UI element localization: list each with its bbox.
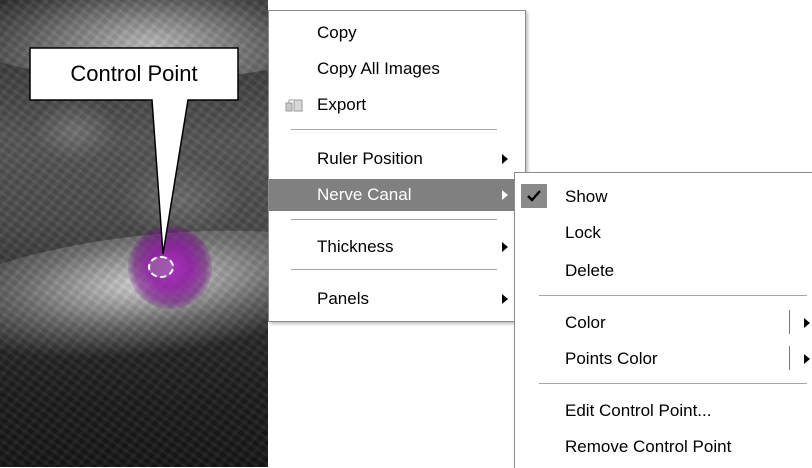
menu-item-label: Remove Control Point (565, 437, 732, 456)
menu-item-copy[interactable]: Copy (269, 17, 525, 49)
submenu-item-remove-control-point[interactable]: Remove Control Point (515, 431, 812, 463)
menu-separator (539, 383, 807, 384)
nerve-canal-submenu: Show Lock Delete Color Points Color Edit… (514, 172, 812, 468)
menu-item-label: Color (565, 313, 606, 332)
menu-item-copy-all-images[interactable]: Copy All Images (269, 53, 525, 85)
context-menu: Copy Copy All Images Export Ruler Positi… (268, 10, 526, 322)
split-divider (789, 310, 790, 334)
menu-item-nerve-canal[interactable]: Nerve Canal (269, 179, 525, 211)
export-icon (285, 99, 303, 112)
submenu-arrow-icon (502, 154, 508, 164)
menu-item-label: Ruler Position (317, 149, 423, 168)
menu-item-label: Show (565, 187, 608, 206)
submenu-item-color[interactable]: Color (515, 307, 812, 339)
menu-separator (291, 219, 497, 220)
submenu-arrow-icon (502, 242, 508, 252)
checkmark-icon (521, 184, 547, 208)
menu-separator (291, 269, 497, 270)
submenu-item-points-color[interactable]: Points Color (515, 343, 812, 375)
menu-item-ruler-position[interactable]: Ruler Position (269, 143, 525, 175)
submenu-item-show[interactable]: Show (515, 181, 812, 213)
menu-item-export[interactable]: Export (269, 89, 525, 121)
submenu-arrow-icon (804, 318, 810, 328)
split-divider (789, 346, 790, 370)
menu-item-label: Thickness (317, 237, 394, 256)
submenu-item-delete[interactable]: Delete (515, 255, 812, 287)
menu-separator (291, 129, 497, 130)
submenu-arrow-icon (502, 190, 508, 200)
menu-item-label: Delete (565, 261, 615, 280)
menu-item-label: Export (317, 95, 367, 114)
menu-item-label: Edit Control Point... (565, 401, 712, 420)
menu-item-label: Lock (565, 223, 601, 242)
menu-item-label: Copy (317, 23, 357, 42)
menu-item-label: Nerve Canal (317, 185, 412, 204)
menu-item-label: Points Color (565, 349, 658, 368)
menu-item-label: Copy All Images (317, 59, 440, 78)
menu-item-thickness[interactable]: Thickness (269, 231, 525, 263)
menu-item-panels[interactable]: Panels (269, 283, 525, 315)
submenu-arrow-icon (502, 294, 508, 304)
submenu-item-lock[interactable]: Lock (515, 217, 812, 249)
submenu-arrow-icon (804, 354, 810, 364)
callout-label: Control Point (70, 61, 198, 86)
submenu-item-edit-control-point[interactable]: Edit Control Point... (515, 395, 812, 427)
menu-item-label: Panels (317, 289, 369, 308)
menu-separator (539, 295, 807, 296)
